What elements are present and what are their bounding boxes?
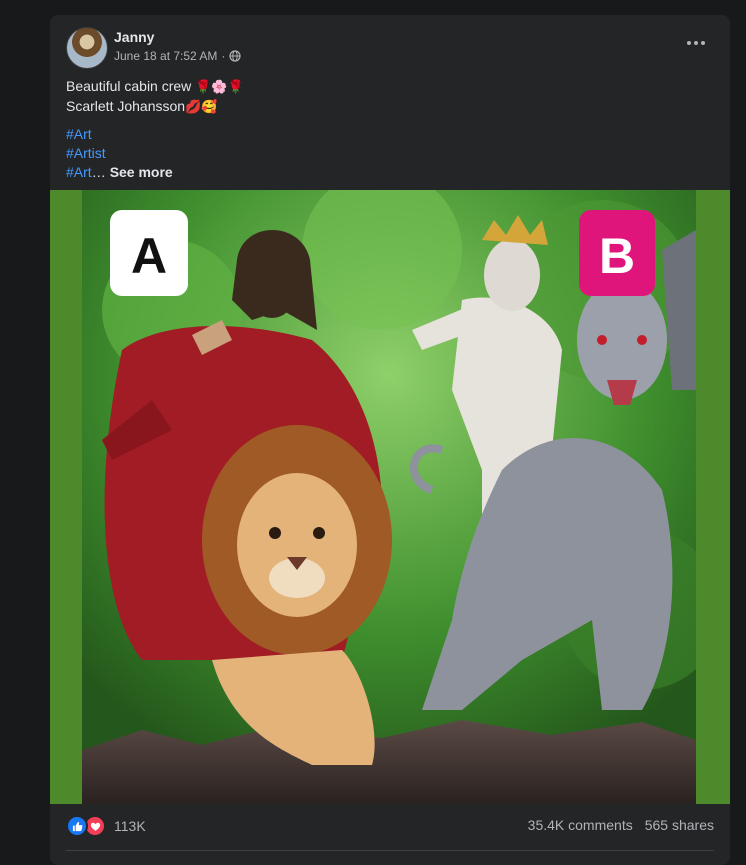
kiss-emoji: 💋🥰 — [185, 100, 218, 115]
flower-emoji: 🌹🌸🌹 — [195, 80, 244, 95]
meta-separator: · — [221, 49, 226, 63]
globe-icon[interactable] — [229, 50, 242, 62]
see-more-button[interactable]: See more — [110, 164, 173, 180]
badge-a: A — [131, 228, 167, 284]
badge-b: B — [599, 228, 635, 284]
post-text-line-2: Scarlett Johansson💋🥰 — [66, 97, 714, 117]
post-image[interactable]: A B — [50, 190, 730, 804]
reactions-summary[interactable]: 113K — [66, 815, 146, 837]
timestamp[interactable]: June 18 at 7:52 AM — [114, 49, 217, 63]
hashtag-link[interactable]: #Artist — [66, 144, 173, 163]
post-caption: Beautiful cabin crew — [66, 78, 192, 94]
ellipsis: … — [91, 164, 106, 180]
divider — [66, 850, 714, 851]
engagement-counts: 35.4K comments 565 shares — [528, 817, 714, 833]
shares-count-link[interactable]: 565 shares — [645, 817, 714, 833]
post-card: Janny June 18 at 7:52 AM · Beautiful cab… — [50, 15, 730, 865]
dot-icon — [694, 41, 698, 45]
avatar[interactable] — [66, 27, 108, 69]
reactions-count: 113K — [114, 818, 146, 834]
author-name[interactable]: Janny — [114, 29, 154, 45]
hashtag-list: #Art #Artist #Art… See more — [66, 125, 173, 182]
dot-icon — [701, 41, 705, 45]
hashtag-link[interactable]: #Art — [66, 125, 173, 144]
statue-artwork-image: A B — [82, 190, 696, 804]
post-mention: Scarlett Johansson — [66, 98, 186, 114]
comments-count-link[interactable]: 35.4K comments — [528, 817, 633, 833]
more-options-button[interactable] — [678, 31, 714, 55]
hashtag-link[interactable]: #Art — [66, 164, 92, 180]
post-header: Janny June 18 at 7:52 AM · — [66, 27, 714, 71]
like-icon — [66, 815, 88, 837]
post-text-line-1: Beautiful cabin crew 🌹🌸🌹 — [66, 77, 714, 97]
post-stats: 113K 35.4K comments 565 shares — [66, 815, 714, 839]
post-meta: June 18 at 7:52 AM · — [114, 49, 242, 63]
dot-icon — [687, 41, 691, 45]
post-text: Beautiful cabin crew 🌹🌸🌹 Scarlett Johans… — [66, 77, 714, 117]
